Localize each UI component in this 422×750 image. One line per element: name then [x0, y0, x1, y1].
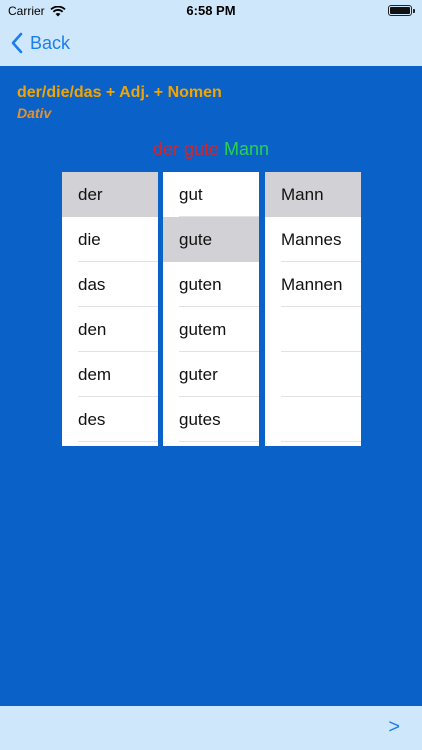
- battery-icon: [388, 5, 415, 16]
- picker-row[interactable]: guter: [163, 352, 259, 397]
- phrase-preview: der gute Mann: [0, 139, 422, 160]
- article-picker[interactable]: der die das den dem des: [62, 172, 158, 446]
- page-title: der/die/das + Adj. + Nomen: [17, 84, 222, 101]
- picker-row[interactable]: [265, 352, 361, 397]
- bottom-toolbar: >: [0, 706, 422, 750]
- status-time: 6:58 PM: [186, 3, 236, 18]
- back-label: Back: [30, 32, 71, 53]
- adjective-picker[interactable]: gut gute guten gutem guter gutes: [163, 172, 259, 446]
- picker-row[interactable]: der: [62, 172, 158, 217]
- picker-row[interactable]: Mannen: [265, 262, 361, 307]
- picker-row[interactable]: guten: [163, 262, 259, 307]
- picker-row[interactable]: gute: [163, 217, 259, 262]
- phrase-adjective: gute: [183, 139, 220, 159]
- picker-row[interactable]: die: [62, 217, 158, 262]
- phrase-noun: Mann: [224, 139, 270, 159]
- picker-row[interactable]: das: [62, 262, 158, 307]
- status-bar: Carrier 6:58 PM: [0, 0, 422, 22]
- picker-row[interactable]: [265, 397, 361, 442]
- back-button[interactable]: Back: [10, 30, 70, 56]
- picker-row[interactable]: Mannes: [265, 217, 361, 262]
- phrase-article: der: [152, 139, 179, 159]
- picker-row[interactable]: gutem: [163, 307, 259, 352]
- chevron-left-icon: [11, 32, 23, 54]
- next-button[interactable]: >: [388, 716, 400, 739]
- picker-row[interactable]: gutes: [163, 397, 259, 442]
- noun-picker[interactable]: Mann Mannes Mannen: [265, 172, 361, 446]
- navigation-bar: Carrier 6:58 PM Back: [0, 0, 422, 66]
- picker-row[interactable]: den: [62, 307, 158, 352]
- picker-row[interactable]: dem: [62, 352, 158, 397]
- picker-row[interactable]: [265, 307, 361, 352]
- picker-row[interactable]: Mann: [265, 172, 361, 217]
- case-label: Dativ: [17, 105, 52, 121]
- picker-row[interactable]: des: [62, 397, 158, 442]
- picker-row[interactable]: gut: [163, 172, 259, 217]
